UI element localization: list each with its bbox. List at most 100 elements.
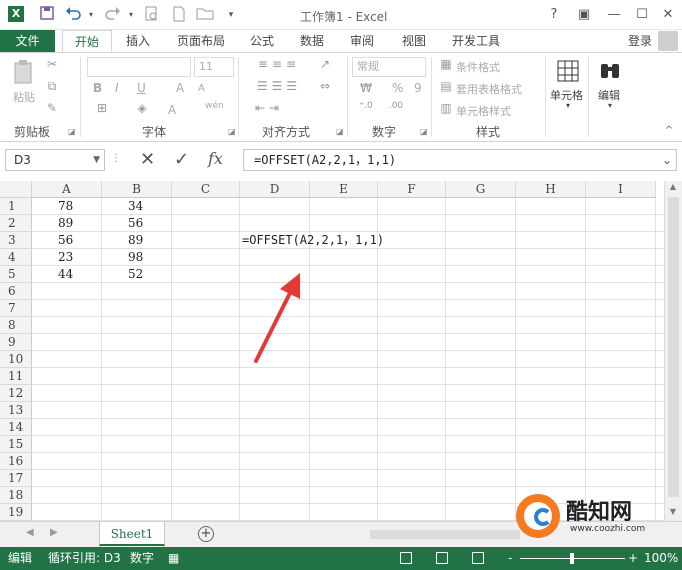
column-header-e[interactable]: E	[310, 181, 378, 198]
name-box-dropdown-icon[interactable]: ▼	[93, 150, 100, 170]
name-box[interactable]: D3 ▼	[5, 149, 105, 171]
open-folder-icon[interactable]	[196, 6, 214, 24]
border-icon[interactable]: ⊞	[90, 101, 114, 115]
row-header-15[interactable]: 15	[0, 436, 32, 453]
row-header-14[interactable]: 14	[0, 419, 32, 436]
next-sheet-icon[interactable]: ▶	[50, 527, 58, 538]
row-header-19[interactable]: 19	[0, 504, 32, 521]
vertical-scroll-thumb[interactable]	[668, 197, 679, 497]
row-header-13[interactable]: 13	[0, 402, 32, 419]
avatar[interactable]	[658, 31, 678, 51]
macro-record-icon[interactable]: ▦	[168, 547, 179, 570]
tab-data[interactable]: 数据	[294, 30, 330, 52]
redo-icon[interactable]	[104, 6, 122, 24]
prev-sheet-icon[interactable]: ◀	[26, 527, 34, 538]
font-color-button[interactable]: A	[168, 103, 176, 117]
cell-b2[interactable]: 56	[128, 215, 143, 232]
row-header-8[interactable]: 8	[0, 317, 32, 334]
worksheet-grid[interactable]: A B C D E F G H I 1 2 3 4 5 6 7 8 9 10 11 12 13 14 15 16 17 18 19 78…	[0, 181, 664, 521]
row-header-10[interactable]: 10	[0, 351, 32, 368]
column-header-g[interactable]: G	[446, 181, 516, 198]
font-launcher-icon[interactable]: ◪	[228, 127, 236, 136]
sign-in-link[interactable]: 登录	[628, 30, 652, 52]
number-format-select[interactable]: 常规	[352, 57, 426, 77]
ribbon-display-options-button[interactable]: ▣	[574, 5, 594, 25]
tab-developer[interactable]: 开发工具	[446, 30, 506, 52]
cell-b5[interactable]: 52	[128, 266, 143, 283]
row-header-12[interactable]: 12	[0, 385, 32, 402]
select-all-corner[interactable]	[0, 181, 32, 198]
row-header-18[interactable]: 18	[0, 487, 32, 504]
vertical-scrollbar[interactable]: ▲ ▼	[664, 181, 682, 521]
cell-a1[interactable]: 78	[58, 198, 73, 215]
cell-b4[interactable]: 98	[128, 249, 143, 266]
indent-icons[interactable]: ⇤⇥	[244, 101, 294, 115]
conditional-format-icon[interactable]: ▦	[438, 57, 454, 71]
tab-page-layout[interactable]: 页面布局	[170, 30, 232, 52]
new-sheet-button[interactable]: +	[198, 526, 214, 542]
column-header-d[interactable]: D	[240, 181, 310, 198]
column-header-c[interactable]: C	[172, 181, 240, 198]
row-header-7[interactable]: 7	[0, 300, 32, 317]
increase-decimal-icon[interactable]: ⁺.0	[354, 101, 378, 111]
cut-icon[interactable]: ✂	[42, 57, 62, 71]
cells-icon[interactable]	[556, 59, 580, 83]
help-button[interactable]: ?	[544, 5, 564, 25]
redo-dropdown-icon[interactable]: ▾	[122, 6, 140, 24]
page-break-view-icon[interactable]	[472, 552, 484, 564]
zoom-slider-knob[interactable]	[570, 553, 574, 564]
horizontal-scroll-thumb[interactable]	[370, 530, 520, 539]
undo-dropdown-icon[interactable]: ▾	[82, 6, 100, 24]
zoom-in-button[interactable]: +	[628, 547, 638, 570]
horizontal-align-icons[interactable]: ☰☰☰	[244, 79, 314, 93]
conditional-format-button[interactable]: 条件格式	[456, 59, 500, 75]
cell-b1[interactable]: 34	[128, 198, 143, 215]
increase-font-button[interactable]: A	[176, 81, 184, 95]
orientation-icon[interactable]: ↗	[316, 57, 334, 71]
scroll-up-icon[interactable]: ▲	[668, 182, 678, 191]
scroll-down-icon[interactable]: ▼	[668, 507, 678, 516]
zoom-out-button[interactable]: -	[508, 547, 512, 570]
row-header-2[interactable]: 2	[0, 215, 32, 232]
sheet-tab-sheet1[interactable]: Sheet1	[99, 522, 165, 546]
row-header-3[interactable]: 3	[0, 232, 32, 249]
tab-review[interactable]: 审阅	[344, 30, 380, 52]
cells-dropdown-icon[interactable]: ▾	[562, 101, 574, 110]
row-header-4[interactable]: 4	[0, 249, 32, 266]
row-header-1[interactable]: 1	[0, 198, 32, 215]
row-header-9[interactable]: 9	[0, 334, 32, 351]
column-header-f[interactable]: F	[378, 181, 446, 198]
decrease-decimal-icon[interactable]: .00	[384, 101, 408, 111]
tab-home[interactable]: 开始	[62, 30, 112, 52]
percent-button[interactable]: %	[392, 81, 403, 95]
cell-styles-button[interactable]: 单元格样式	[456, 103, 511, 119]
minimize-button[interactable]: —	[604, 5, 624, 25]
save-icon[interactable]	[38, 6, 56, 24]
alignment-launcher-icon[interactable]: ◪	[336, 127, 344, 136]
number-launcher-icon[interactable]: ◪	[420, 127, 428, 136]
decrease-font-button[interactable]: A	[198, 83, 205, 94]
normal-view-icon[interactable]	[400, 552, 412, 564]
editing-dropdown-icon[interactable]: ▾	[604, 101, 616, 110]
format-as-table-button[interactable]: 套用表格格式	[456, 81, 522, 97]
tab-insert[interactable]: 插入	[118, 30, 158, 52]
column-header-a[interactable]: A	[32, 181, 102, 198]
bold-button[interactable]: B	[93, 81, 102, 95]
comma-button[interactable]: 9	[414, 81, 422, 95]
currency-icon[interactable]: ₩	[354, 81, 378, 95]
cell-a4[interactable]: 23	[58, 249, 73, 266]
new-file-icon[interactable]	[170, 6, 188, 24]
clipboard-launcher-icon[interactable]: ◪	[68, 127, 76, 136]
collapse-ribbon-icon[interactable]: ^	[662, 125, 676, 136]
customize-qat-icon[interactable]: ▾	[222, 6, 240, 24]
font-size-box[interactable]: 11	[194, 57, 234, 77]
column-header-h[interactable]: H	[516, 181, 586, 198]
cell-a2[interactable]: 89	[58, 215, 73, 232]
row-header-6[interactable]: 6	[0, 283, 32, 300]
row-header-17[interactable]: 17	[0, 470, 32, 487]
row-header-5[interactable]: 5	[0, 266, 32, 283]
find-binoculars-icon[interactable]	[598, 59, 622, 83]
insert-function-icon[interactable]: fx	[208, 149, 223, 168]
cell-a5[interactable]: 44	[58, 266, 73, 283]
underline-button[interactable]: U	[137, 81, 146, 95]
